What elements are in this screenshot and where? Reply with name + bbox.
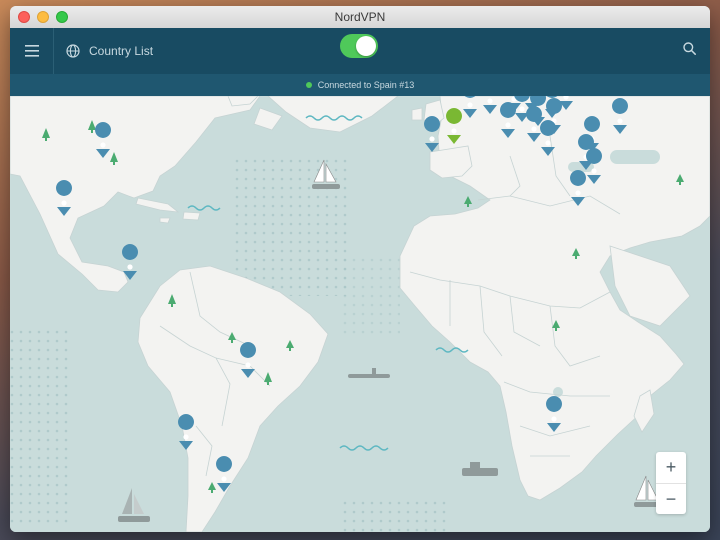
tree-icon bbox=[464, 196, 472, 207]
world-map[interactable]: + − bbox=[10, 96, 710, 532]
vpn-connection-toggle[interactable] bbox=[340, 34, 378, 58]
toggle-knob bbox=[356, 36, 376, 56]
title-bar[interactable]: NordVPN bbox=[10, 6, 710, 29]
baffin-island bbox=[253, 107, 283, 131]
map-canvas[interactable] bbox=[10, 96, 710, 532]
ireland bbox=[411, 107, 423, 121]
zoom-controls: + − bbox=[656, 452, 686, 514]
server-location-pin-icon[interactable] bbox=[424, 116, 441, 152]
globe-icon bbox=[66, 44, 80, 58]
search-icon bbox=[683, 42, 696, 55]
status-dot bbox=[305, 82, 312, 88]
greenland bbox=[267, 96, 399, 133]
connection-status-bar: Connected to Spain #13 bbox=[10, 74, 710, 96]
country-list-button[interactable]: Country List bbox=[66, 28, 153, 74]
cuba bbox=[135, 197, 180, 213]
app-window: NordVPN Country List Connected to Spain … bbox=[10, 6, 710, 532]
search-button[interactable] bbox=[683, 42, 696, 60]
country-list-label: Country List bbox=[89, 44, 154, 58]
submarine-icon bbox=[348, 368, 390, 378]
ship-icon bbox=[462, 462, 498, 476]
window-title: NordVPN bbox=[334, 10, 386, 24]
jamaica bbox=[159, 217, 171, 224]
menu-button[interactable] bbox=[10, 28, 54, 74]
app-header: Country List bbox=[10, 28, 710, 74]
south-america bbox=[137, 265, 329, 532]
hamburger-icon bbox=[24, 45, 39, 57]
north-america bbox=[10, 96, 261, 293]
zoom-in-button[interactable]: + bbox=[656, 452, 686, 483]
connection-status-text: Connected to Spain #13 bbox=[317, 80, 415, 90]
hispaniola bbox=[182, 211, 201, 221]
sailboat-icon bbox=[118, 488, 150, 522]
zoom-out-button[interactable]: − bbox=[656, 483, 686, 515]
